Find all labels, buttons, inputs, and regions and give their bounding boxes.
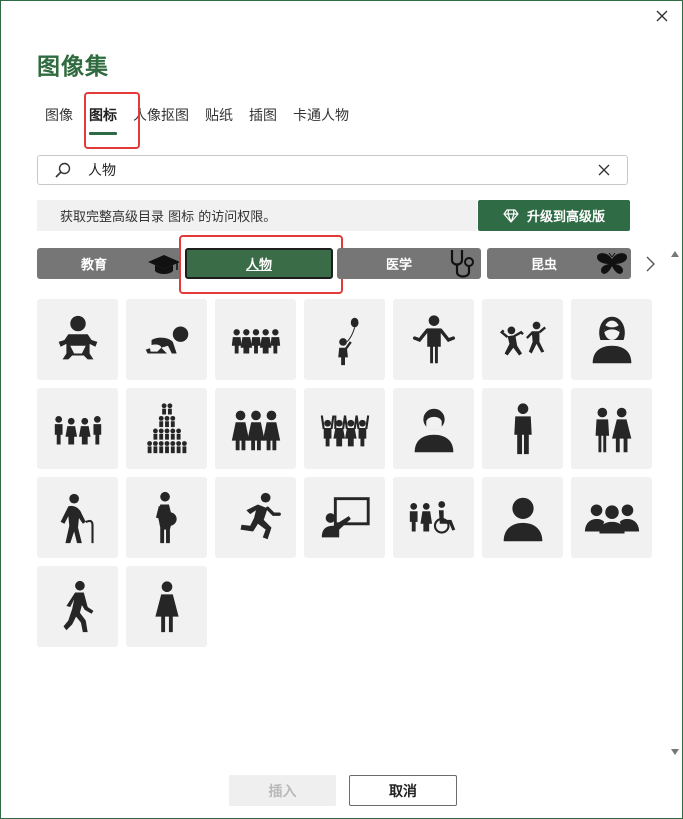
teacher-presenting-icon [321,496,370,537]
children-playing-icon [499,321,546,355]
icon-tile[interactable] [393,477,474,558]
three-women-icon [231,410,280,450]
walking-man-icon [63,580,93,632]
tab-images[interactable]: 图像 [37,103,81,131]
tab-stickers[interactable]: 贴纸 [197,103,241,131]
chevron-right-icon[interactable] [641,253,659,275]
tab-bar: 图像 图标 人像抠图 贴纸 插图 卡通人物 [37,103,357,135]
dialog-title: 图像集 [37,54,109,80]
group-of-children-icon [231,328,280,354]
icon-tile[interactable] [126,299,207,380]
crawling-baby-icon [145,325,188,354]
insert-button[interactable]: 插入 [229,775,336,806]
category-label: 人物 [245,258,272,273]
scroll-up-icon[interactable] [671,250,679,258]
icon-tile[interactable] [215,388,296,469]
search-box [37,155,628,185]
icon-tile[interactable] [393,388,474,469]
icon-tile[interactable] [215,477,296,558]
icon-tile[interactable] [571,477,652,558]
butterfly-icon [597,253,627,274]
family-icon [54,415,101,444]
elderly-with-cane-icon [60,493,94,543]
search-input[interactable] [86,161,595,179]
tab-illustrations[interactable]: 插图 [241,103,285,131]
man-shrugging-icon [412,314,455,363]
crowd-pyramid-icon [146,402,187,453]
diamond-icon [503,208,519,223]
icon-tile[interactable] [37,477,118,558]
search-icon [55,162,71,178]
icon-tile[interactable] [126,388,207,469]
child-with-balloon-icon [337,317,359,365]
icon-tile[interactable] [304,388,385,469]
category-education[interactable]: 教育 [37,248,181,279]
close-button[interactable] [650,5,674,27]
icon-tile[interactable] [571,299,652,380]
icon-tile[interactable] [482,477,563,558]
premium-banner-text: 获取完整高级目录 图标 的访问权限。 [60,210,277,225]
man-standing-icon [513,402,532,454]
man-bust-icon [414,408,453,452]
icon-tile[interactable] [482,299,563,380]
close-icon [656,10,668,22]
stethoscope-icon [450,250,474,278]
tab-cartoon-people[interactable]: 卡通人物 [285,103,357,131]
image-collection-dialog: 图像集 图像 图标 人像抠图 贴纸 插图 卡通人物 获取完整高级目录 图标 的访… [0,0,683,819]
icon-tile[interactable] [304,477,385,558]
accessibility-group-icon [409,500,455,534]
icon-tile[interactable] [215,299,296,380]
icon-tile[interactable] [37,566,118,647]
premium-banner: 获取完整高级目录 图标 的访问权限。 [37,200,477,231]
category-medicine[interactable]: 医学 [337,248,481,279]
graduation-cap-icon [148,255,180,274]
cancel-label: 取消 [389,783,417,800]
icon-tile[interactable] [571,388,652,469]
icon-tile[interactable] [482,388,563,469]
icon-tile[interactable] [37,299,118,380]
running-man-icon [240,492,281,539]
icon-tile[interactable] [393,299,474,380]
insert-label: 插入 [268,783,297,800]
pregnant-woman-icon [155,491,177,543]
user-group-icon [584,503,639,533]
baby-icon [58,315,97,359]
tab-icons[interactable]: 图标 [81,103,125,135]
scrollbar[interactable] [668,248,682,758]
clear-search-icon[interactable] [595,161,613,179]
icon-tile[interactable] [126,566,207,647]
upgrade-label: 升级到高级版 [526,210,605,225]
icon-tile[interactable] [304,299,385,380]
icon-tile[interactable] [37,388,118,469]
category-insects[interactable]: 昆虫 [487,248,631,279]
tab-cutout-people[interactable]: 人像抠图 [125,103,197,131]
woman-bust-icon [592,316,631,363]
couple-icon [595,407,631,452]
scroll-down-icon[interactable] [671,748,679,756]
cheering-crowd-icon [320,414,369,446]
category-people[interactable]: 人物 [185,248,333,279]
cancel-button[interactable]: 取消 [349,775,457,806]
upgrade-button[interactable]: 升级到高级版 [478,200,630,231]
icon-tile[interactable] [126,477,207,558]
woman-standing-icon [154,580,179,632]
user-bust-icon [503,497,542,541]
